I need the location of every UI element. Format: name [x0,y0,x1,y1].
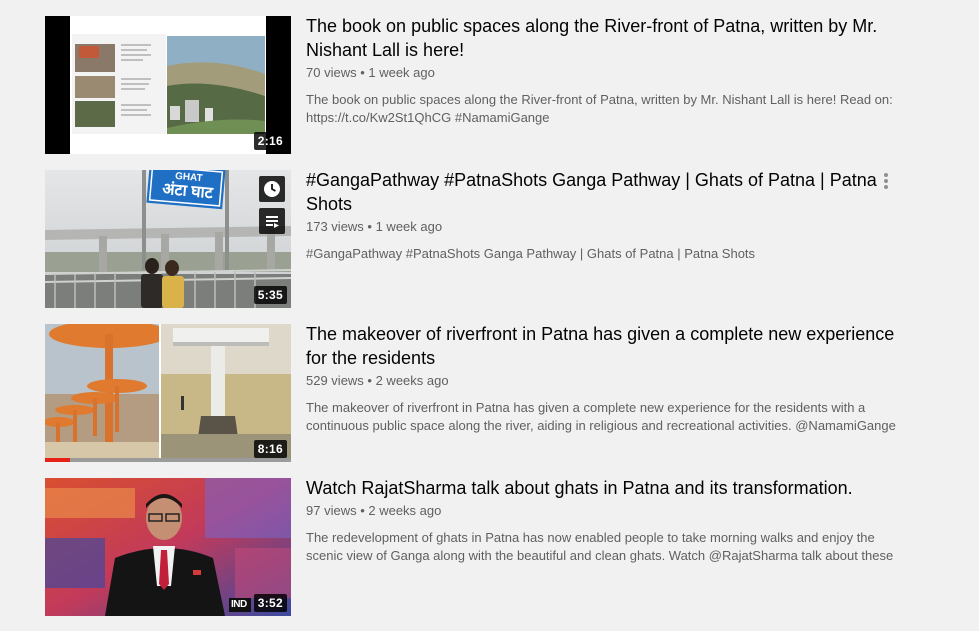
video-stats: 529 views • 2 weeks ago [306,373,449,388]
video-item[interactable]: 8:16 The makeover of riverfront in Patna… [45,324,945,462]
channel-logo: IND [231,599,247,610]
video-thumbnail[interactable]: 8:16 [45,324,291,462]
video-item[interactable]: GHAT अंटा घाट 5:35 #GangaPathway #PatnaS… [45,170,945,308]
video-item[interactable]: 2:16 The book on public spaces along the… [45,16,945,154]
watch-later-button[interactable] [259,176,285,202]
video-duration: 5:35 [253,286,287,304]
video-description: The redevelopment of ghats in Patna has … [306,530,894,563]
video-description: #GangaPathway #PatnaShots Ganga Pathway … [306,246,756,261]
video-description: The makeover of riverfront in Patna has … [306,400,896,433]
video-stats: 70 views • 1 week ago [306,65,435,80]
watch-progress-fill [45,458,70,462]
video-duration: 3:52 [253,594,287,612]
video-item[interactable]: IND 3:52 Watch RajatSharma talk about gh… [45,478,945,616]
watch-progress-bar [45,458,291,462]
video-description: The book on public spaces along the Rive… [306,92,893,125]
video-thumbnail[interactable]: 2:16 [45,16,291,154]
video-stats: 97 views • 2 weeks ago [306,503,442,518]
clock-icon [264,181,280,197]
video-title[interactable]: #GangaPathway #PatnaShots Ganga Pathway … [306,168,896,216]
video-duration: 8:16 [253,440,287,458]
more-actions-button[interactable] [878,171,894,191]
playlist-add-icon [266,216,279,228]
video-duration: 2:16 [253,132,287,150]
video-thumbnail[interactable]: IND 3:52 [45,478,291,616]
video-title[interactable]: The makeover of riverfront in Patna has … [306,322,896,370]
video-stats: 173 views • 1 week ago [306,219,443,234]
add-to-queue-button[interactable] [259,208,285,234]
video-thumbnail[interactable]: GHAT अंटा घाट 5:35 [45,170,291,308]
more-vert-icon [878,173,894,189]
video-title[interactable]: The book on public spaces along the Rive… [306,14,896,62]
video-title[interactable]: Watch RajatSharma talk about ghats in Pa… [306,476,896,500]
